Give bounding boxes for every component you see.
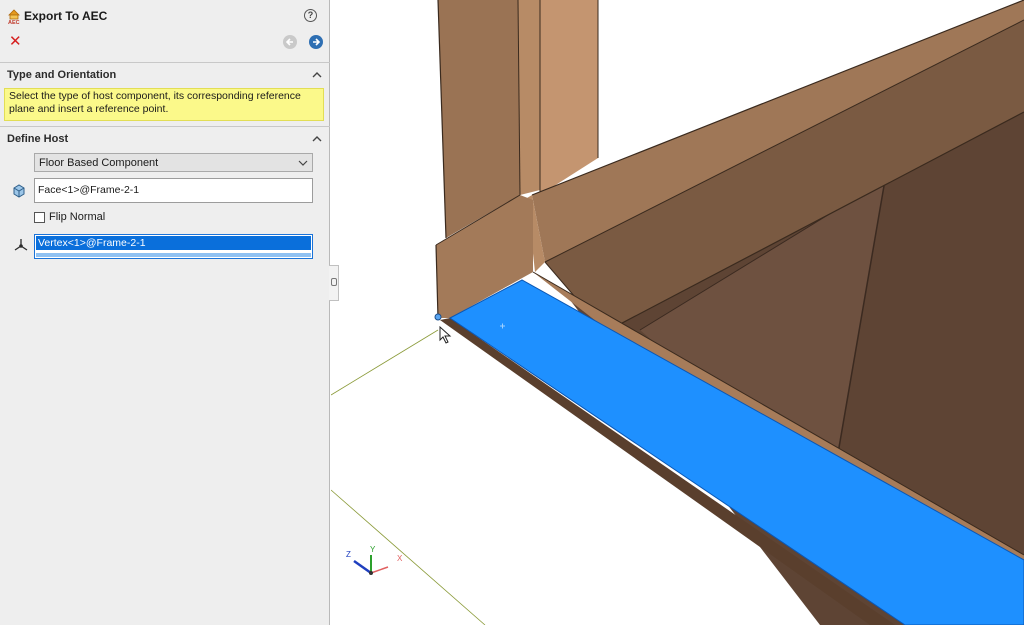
flip-normal-label: Flip Normal xyxy=(49,211,106,223)
flip-normal-checkbox[interactable] xyxy=(34,212,45,223)
selected-vertex-marker xyxy=(434,313,442,321)
panel-title-bar: AEC Export To AEC ? xyxy=(0,0,330,32)
chevron-up-icon[interactable] xyxy=(311,133,323,145)
reference-plane-edge xyxy=(331,329,439,396)
graphics-viewport[interactable] xyxy=(331,0,1024,625)
section-title: Type and Orientation xyxy=(7,69,117,81)
aec-app-icon: AEC xyxy=(8,9,20,25)
define-host-section-header[interactable]: Define Host xyxy=(7,133,323,149)
triad-y-label: Y xyxy=(370,545,376,554)
type-orientation-section-header[interactable]: Type and Orientation xyxy=(7,69,323,85)
triad-z-label: Z xyxy=(346,550,351,559)
host-type-value: Floor Based Component xyxy=(39,157,159,169)
instruction-message: Select the type of host component, its c… xyxy=(4,88,324,121)
host-type-dropdown[interactable]: Floor Based Component xyxy=(34,153,313,172)
vertex-selection-value: Vertex<1>@Frame-2-1 xyxy=(38,237,146,249)
active-field-band xyxy=(36,253,311,257)
vertex-selection-icon xyxy=(14,239,28,251)
coordinate-triad-icon: Y X Z xyxy=(344,545,406,583)
panel-title: Export To AEC xyxy=(24,9,108,23)
model-view xyxy=(331,0,1024,625)
property-manager-panel: AEC Export To AEC ? ✕ Type and Orientati… xyxy=(0,0,330,625)
face-selection-value: Face<1>@Frame-2-1 xyxy=(38,184,140,196)
vertical-post-right xyxy=(540,0,598,195)
vertex-selection-field[interactable]: Vertex<1>@Frame-2-1 xyxy=(34,234,313,259)
next-arrow-icon[interactable] xyxy=(309,35,323,49)
section-title: Define Host xyxy=(7,133,69,145)
divider xyxy=(0,126,330,127)
cancel-icon[interactable]: ✕ xyxy=(9,34,23,49)
face-selection-icon xyxy=(13,184,25,198)
svg-text:AEC: AEC xyxy=(8,20,20,25)
divider xyxy=(0,62,330,63)
dropdown-arrow-icon xyxy=(298,160,308,166)
chevron-up-icon[interactable] xyxy=(311,69,323,81)
mouse-cursor-icon xyxy=(439,326,452,344)
help-icon[interactable]: ? xyxy=(304,9,317,22)
triad-x-label: X xyxy=(397,554,403,563)
back-arrow-icon[interactable] xyxy=(283,35,297,49)
face-selection-field[interactable]: Face<1>@Frame-2-1 xyxy=(34,178,313,203)
